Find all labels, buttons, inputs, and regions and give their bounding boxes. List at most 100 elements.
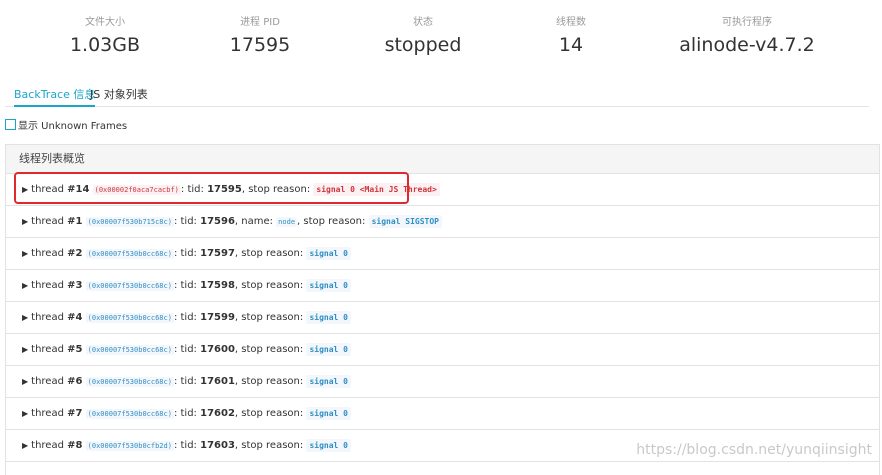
tid-label: : tid: bbox=[173, 216, 201, 227]
watermark: https://blog.csdn.net/yunqiinsight bbox=[636, 442, 872, 458]
thread-row[interactable]: ▶ thread #5 (0x00007f530b0cc68c): tid: 17… bbox=[6, 334, 879, 366]
thread-number: #8 bbox=[67, 440, 83, 451]
tid-label: : tid: bbox=[173, 344, 201, 355]
stats-bar: 文件大小 1.03GB 进程 PID 17595 状态 stopped 线程数 … bbox=[0, 0, 882, 70]
thread-name: node bbox=[276, 217, 298, 227]
thread-number: #4 bbox=[67, 312, 83, 323]
signal-tag: signal SIGSTOP bbox=[368, 215, 442, 228]
stat-file-size: 文件大小 1.03GB bbox=[60, 16, 150, 56]
expand-triangle-icon[interactable]: ▶ bbox=[22, 441, 28, 450]
stop-reason-label: , stop reason: bbox=[297, 216, 369, 227]
thread-row[interactable]: ▶ thread #14 (0x00002f0aca7cacbf): tid: 1… bbox=[6, 174, 879, 206]
stat-label: 可执行程序 bbox=[722, 17, 772, 28]
thread-tid: 17599 bbox=[200, 312, 235, 323]
stop-reason-label: , stop reason: bbox=[234, 280, 307, 291]
stat-label: 线程数 bbox=[556, 17, 586, 28]
tid-label: : tid: bbox=[173, 312, 201, 323]
tab-js-objects[interactable]: JS 对象列表 bbox=[90, 87, 148, 103]
stat-status: 状态 stopped bbox=[373, 16, 473, 56]
thread-word: thread bbox=[31, 312, 64, 323]
thread-tid: 17596 bbox=[200, 216, 235, 227]
stat-value: 1.03GB bbox=[69, 34, 141, 56]
thread-number: #3 bbox=[67, 280, 83, 291]
thread-word: thread bbox=[31, 248, 64, 259]
thread-list: ▶ thread #14 (0x00002f0aca7cacbf): tid: 1… bbox=[6, 174, 879, 462]
signal-tag: signal 0 bbox=[306, 247, 351, 260]
thread-row[interactable]: ▶ thread #6 (0x00007f530b0cc68c): tid: 17… bbox=[6, 366, 879, 398]
expand-triangle-icon[interactable]: ▶ bbox=[22, 313, 28, 322]
thread-tid: 17601 bbox=[200, 376, 235, 387]
thread-address: (0x00007f530b0cc68c) bbox=[85, 249, 174, 259]
signal-tag: signal 0 bbox=[306, 279, 351, 292]
expand-triangle-icon[interactable]: ▶ bbox=[22, 249, 28, 258]
thread-row[interactable]: ▶ thread #4 (0x00007f530b0cc68c): tid: 17… bbox=[6, 302, 879, 334]
expand-triangle-icon[interactable]: ▶ bbox=[22, 185, 28, 194]
tab-bar: BackTrace 信息 JS 对象列表 bbox=[5, 84, 869, 107]
thread-word: thread bbox=[31, 280, 64, 291]
signal-tag: signal 0 <Main JS Thread> bbox=[313, 183, 440, 196]
thread-word: thread bbox=[31, 344, 64, 355]
thread-address: (0x00007f530b715c8c) bbox=[85, 217, 174, 227]
thread-list-panel: 线程列表概览 ▶ thread #14 (0x00002f0aca7cacbf):… bbox=[5, 144, 880, 475]
tid-label: : tid: bbox=[173, 376, 201, 387]
stat-pid: 进程 PID 17595 bbox=[215, 16, 305, 56]
thread-tid: 17597 bbox=[200, 248, 235, 259]
thread-tid: 17602 bbox=[200, 408, 235, 419]
stop-reason-label: , stop reason: bbox=[234, 344, 307, 355]
tid-label: : tid: bbox=[173, 408, 201, 419]
thread-address: (0x00007f530b0cc68c) bbox=[85, 377, 174, 387]
stop-reason-label: , stop reason: bbox=[234, 248, 307, 259]
thread-number: #2 bbox=[67, 248, 83, 259]
expand-triangle-icon[interactable]: ▶ bbox=[22, 281, 28, 290]
stop-reason-label: , stop reason: bbox=[241, 184, 314, 195]
stat-label: 进程 PID bbox=[240, 17, 280, 28]
thread-address: (0x00007f530b0cfb2d) bbox=[85, 441, 174, 451]
thread-address: (0x00002f0aca7cacbf) bbox=[92, 185, 181, 195]
stop-reason-label: , stop reason: bbox=[234, 312, 307, 323]
expand-triangle-icon[interactable]: ▶ bbox=[22, 409, 28, 418]
tab-backtrace[interactable]: BackTrace 信息 bbox=[14, 87, 96, 107]
checkbox-box[interactable] bbox=[5, 119, 16, 130]
thread-tid: 17595 bbox=[207, 184, 242, 195]
thread-row[interactable]: ▶ thread #7 (0x00007f530b0cc68c): tid: 17… bbox=[6, 398, 879, 430]
stop-reason-label: , stop reason: bbox=[234, 440, 307, 451]
unknown-frames-checkbox[interactable]: 显示 Unknown Frames bbox=[5, 119, 127, 133]
thread-address: (0x00007f530b0cc68c) bbox=[85, 345, 174, 355]
thread-address: (0x00007f530b0cc68c) bbox=[85, 281, 174, 291]
expand-triangle-icon[interactable]: ▶ bbox=[22, 217, 28, 226]
thread-number: #6 bbox=[67, 376, 83, 387]
stat-value: alinode-v4.7.2 bbox=[679, 34, 815, 56]
thread-row[interactable]: ▶ thread #1 (0x00007f530b715c8c): tid: 17… bbox=[6, 206, 879, 238]
thread-word: thread bbox=[31, 216, 64, 227]
thread-tid: 17603 bbox=[200, 440, 235, 451]
thread-tid: 17598 bbox=[200, 280, 235, 291]
tid-label: : tid: bbox=[173, 440, 201, 451]
stop-reason-label: , stop reason: bbox=[234, 408, 307, 419]
name-label: , name: bbox=[234, 216, 277, 227]
signal-tag: signal 0 bbox=[306, 311, 351, 324]
stat-executable: 可执行程序 alinode-v4.7.2 bbox=[672, 16, 822, 56]
thread-number: #1 bbox=[67, 216, 83, 227]
signal-tag: signal 0 bbox=[306, 375, 351, 388]
stat-label: 文件大小 bbox=[85, 17, 125, 28]
stat-thread-count: 线程数 14 bbox=[531, 16, 611, 56]
thread-address: (0x00007f530b0cc68c) bbox=[85, 409, 174, 419]
thread-word: thread bbox=[31, 440, 64, 451]
thread-tid: 17600 bbox=[200, 344, 235, 355]
stat-value: stopped bbox=[384, 34, 462, 56]
thread-row[interactable]: ▶ thread #3 (0x00007f530b0cc68c): tid: 17… bbox=[6, 270, 879, 302]
thread-row[interactable]: ▶ thread #2 (0x00007f530b0cc68c): tid: 17… bbox=[6, 238, 879, 270]
signal-tag: signal 0 bbox=[306, 343, 351, 356]
signal-tag: signal 0 bbox=[306, 407, 351, 420]
tid-label: : tid: bbox=[173, 248, 201, 259]
checkbox-label: 显示 Unknown Frames bbox=[18, 121, 128, 132]
expand-triangle-icon[interactable]: ▶ bbox=[22, 377, 28, 386]
expand-triangle-icon[interactable]: ▶ bbox=[22, 345, 28, 354]
signal-tag: signal 0 bbox=[306, 439, 351, 452]
thread-number: #14 bbox=[67, 184, 90, 195]
stat-value: 14 bbox=[558, 34, 584, 56]
thread-number: #5 bbox=[67, 344, 83, 355]
thread-word: thread bbox=[31, 184, 64, 195]
thread-word: thread bbox=[31, 376, 64, 387]
thread-word: thread bbox=[31, 408, 64, 419]
